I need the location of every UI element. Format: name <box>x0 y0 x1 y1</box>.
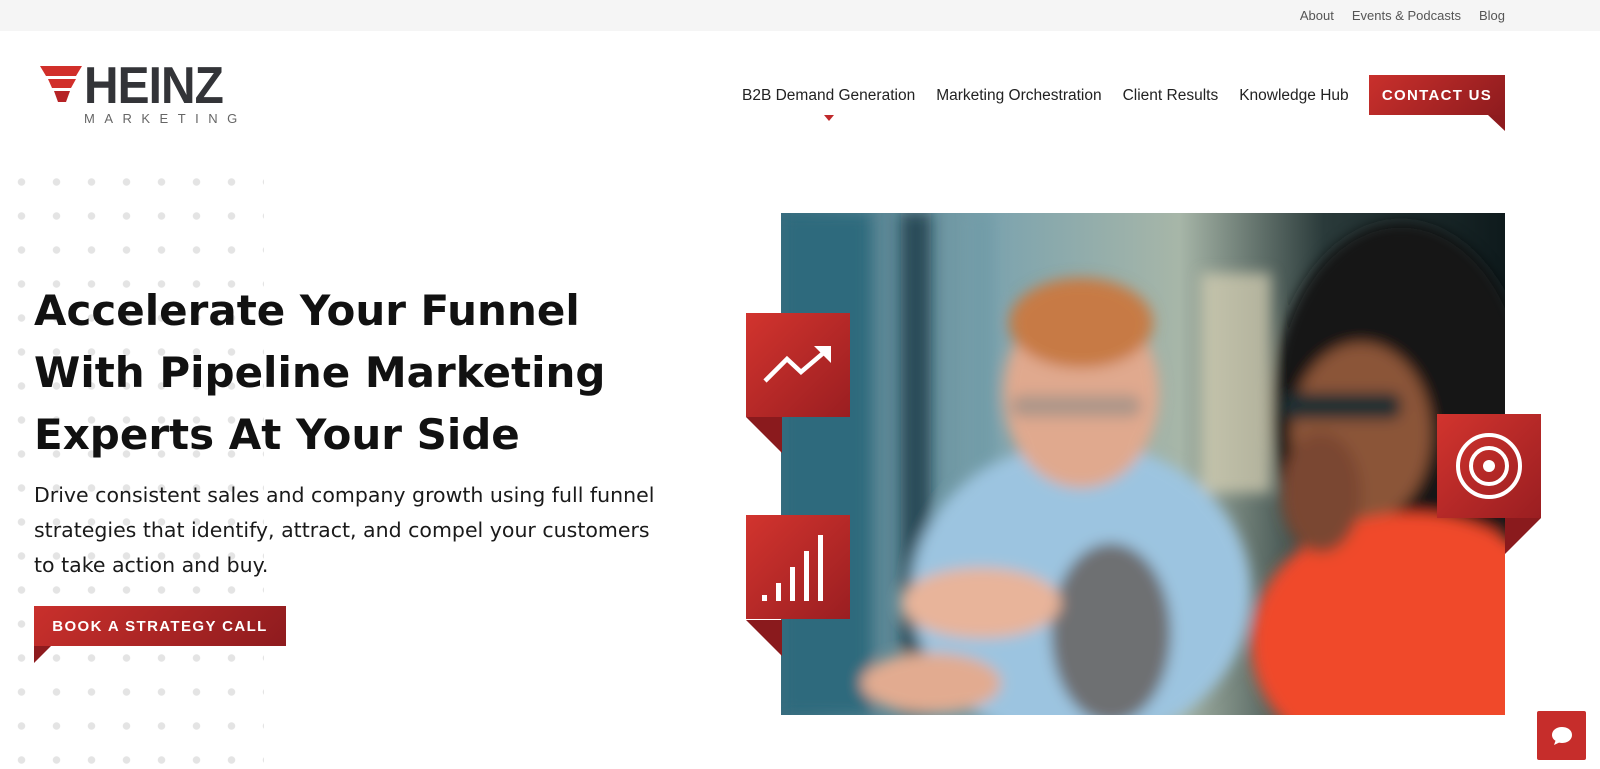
utility-link-about[interactable]: About <box>1300 8 1334 23</box>
tile-tail <box>1505 518 1541 554</box>
trend-tile <box>746 313 850 417</box>
utility-bar: About Events & Podcasts Blog <box>0 0 1600 31</box>
nav-item-knowledge-hub[interactable]: Knowledge Hub <box>1239 87 1348 105</box>
hero-photo <box>781 213 1505 715</box>
chat-bubble-icon <box>1551 726 1572 745</box>
logo-tagline: MARKETING <box>84 111 247 126</box>
target-tile <box>1437 414 1541 518</box>
tile-tail <box>746 620 782 656</box>
caret-down-icon <box>823 115 834 121</box>
cta-button-tail <box>34 646 51 663</box>
nav-item-marketing-orchestration[interactable]: Marketing Orchestration <box>936 87 1101 105</box>
hero-title: Accelerate Your Funnel With Pipeline Mar… <box>34 286 606 459</box>
utility-link-blog[interactable]: Blog <box>1479 8 1505 23</box>
tile-tail <box>746 417 782 453</box>
hero-subtitle: Drive consistent sales and company growt… <box>34 483 655 577</box>
nav-item-label: B2B Demand Generation <box>742 87 916 104</box>
logo-wordmark: HEINZ <box>84 57 224 115</box>
nav-item-b2b-demand-generation[interactable]: B2B Demand Generation <box>742 87 916 121</box>
logo-mark-icon <box>40 66 82 102</box>
nav-item-client-results[interactable]: Client Results <box>1123 87 1219 105</box>
trend-up-icon <box>763 346 831 383</box>
main-nav: B2B Demand Generation Marketing Orchestr… <box>742 82 1349 121</box>
book-strategy-call-button[interactable]: BOOK A STRATEGY CALL <box>34 606 286 646</box>
utility-link-events-podcasts[interactable]: Events & Podcasts <box>1352 8 1461 23</box>
chat-button[interactable] <box>1537 711 1586 760</box>
contact-button-tail <box>1488 115 1505 131</box>
contact-us-button[interactable]: CONTACT US <box>1369 75 1505 115</box>
hero-photo-illustration <box>781 213 1505 715</box>
site-logo[interactable]: HEINZ MARKETING <box>40 57 240 130</box>
target-icon <box>1456 433 1522 499</box>
signal-tile <box>746 515 850 619</box>
utility-nav: About Events & Podcasts Blog <box>1300 0 1505 31</box>
signal-bars-icon <box>762 535 823 601</box>
